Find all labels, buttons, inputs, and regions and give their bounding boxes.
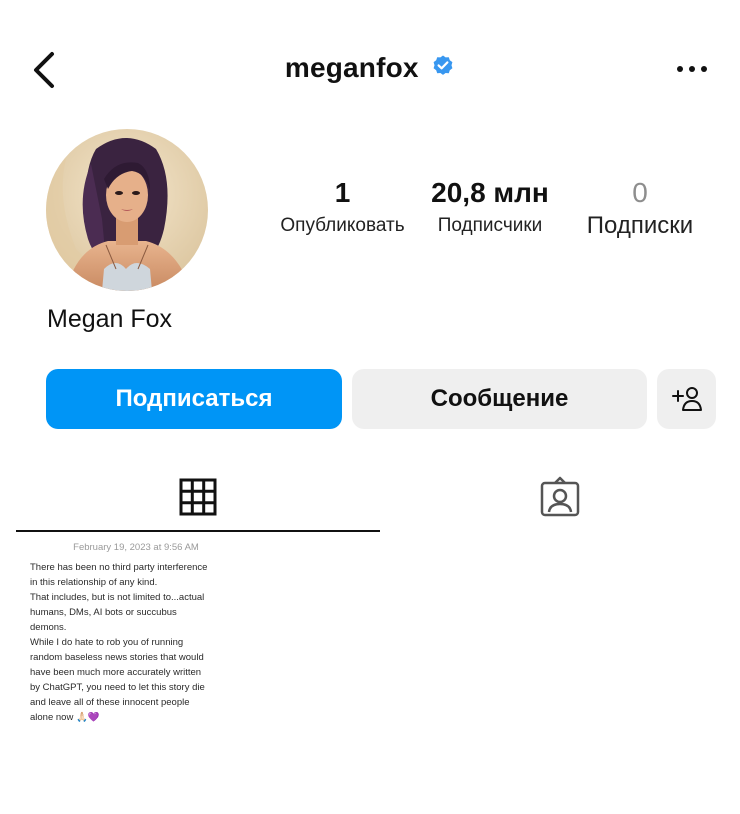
profile-avatar[interactable]	[46, 129, 208, 291]
stat-label: Опубликовать	[280, 215, 405, 236]
profile-name: Megan Fox	[47, 305, 173, 333]
post-text: There has been no third party interferen…	[30, 562, 208, 723]
stat-label: Подписки	[586, 212, 694, 239]
stat-followers[interactable]: 20,8 млн Подписчики	[420, 175, 560, 241]
tab-tagged[interactable]	[380, 462, 740, 532]
add-person-icon	[671, 387, 702, 411]
stat-posts[interactable]: 1 Опубликовать	[275, 175, 410, 241]
stat-label: Подписчики	[437, 215, 543, 236]
profile-tabs	[0, 462, 740, 534]
stat-following[interactable]: 0 Подписки	[575, 175, 705, 241]
avatar-image	[46, 129, 208, 291]
profile-stats: 1 Опубликовать 20,8 млн Подписчики 0 Под…	[270, 175, 720, 245]
tagged-icon	[540, 476, 580, 517]
active-tab-indicator	[16, 530, 380, 532]
username: meganfox	[284, 52, 419, 83]
tab-posts-grid[interactable]	[16, 462, 380, 532]
grid-icon	[179, 478, 217, 516]
verified-badge-icon	[433, 55, 453, 75]
message-button[interactable]: Сообщение	[352, 369, 647, 429]
post-thumbnail[interactable]: February 19, 2023 at 9:56 AM There has b…	[16, 534, 256, 734]
more-horizontal-icon	[677, 66, 707, 72]
follow-button[interactable]: Подписаться	[46, 369, 342, 429]
stat-value: 20,8 млн	[431, 177, 549, 208]
suggest-people-button[interactable]	[657, 369, 716, 429]
more-options-button[interactable]	[672, 54, 712, 84]
stat-value: 1	[334, 177, 351, 208]
post-date: February 19, 2023 at 9:56 AM	[73, 542, 199, 553]
profile-header: meganfox	[0, 40, 740, 100]
stat-value: 0	[632, 177, 648, 208]
username-container: meganfox	[0, 52, 740, 84]
